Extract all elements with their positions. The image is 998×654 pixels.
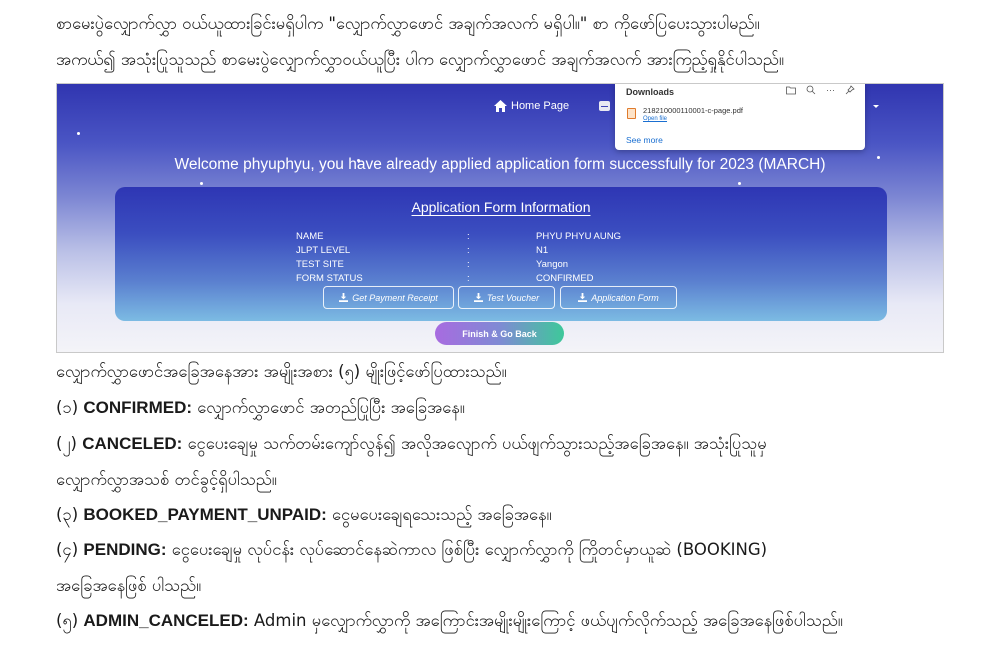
info-labels: NAME JLPT LEVEL TEST SITE FORM STATUS [296, 230, 363, 286]
status-key: CONFIRMED: [83, 398, 193, 417]
separator: : [467, 231, 470, 242]
status-item-confirmed: (၁) CONFIRMED: လျှောက်လွှာဖောင် အတည်ပြုပ… [56, 396, 465, 420]
label-form-status: FORM STATUS [296, 273, 363, 284]
downloads-toolbar: ··· [786, 85, 855, 95]
button-label: Application Form [591, 292, 659, 303]
status-number: (၅) [56, 611, 84, 630]
application-form-button[interactable]: Application Form [560, 286, 677, 309]
see-more-link[interactable]: See more [626, 135, 663, 145]
separator: : [467, 245, 470, 256]
get-payment-receipt-button[interactable]: Get Payment Receipt [323, 286, 454, 309]
download-file-name[interactable]: 218210000110001-c-page.pdf [643, 106, 743, 115]
search-icon[interactable] [806, 85, 816, 95]
downloads-title: Downloads [626, 87, 675, 97]
status-key: BOOKED_PAYMENT_UNPAID: [83, 505, 327, 524]
button-label: Get Payment Receipt [352, 292, 438, 303]
status-description: ငွေပေးချေမှု လုပ်ငန်း လုပ်ဆောင်နေဆဲကာလ ဖ… [166, 540, 768, 559]
label-jlpt-level: JLPT LEVEL [296, 245, 351, 256]
download-icon [339, 293, 349, 302]
status-key: CANCELED: [82, 434, 183, 453]
form-icon[interactable] [599, 101, 610, 111]
nav-home-link[interactable]: Home Page [494, 100, 569, 112]
chevron-down-icon[interactable] [873, 105, 879, 108]
value-jlpt-level: N1 [536, 245, 549, 256]
download-icon [578, 293, 588, 302]
folder-icon[interactable] [786, 85, 796, 95]
status-description: ငွေမပေးချေရသေးသည့် အခြေအနေ။ [326, 505, 552, 524]
nav-home-label: Home Page [511, 100, 570, 112]
decor-star [200, 182, 203, 185]
card-title: Application Form Information [411, 199, 591, 215]
status-number: (၁) [56, 398, 84, 417]
status-item-booked-unpaid: (၃) BOOKED_PAYMENT_UNPAID: ငွေမပေးချေရသေ… [56, 503, 552, 527]
pin-icon[interactable] [845, 85, 855, 95]
status-item-admin-canceled: (၅) ADMIN_CANCELED: Admin မှလျှောက်လွှာက… [56, 609, 843, 633]
status-item-canceled: (၂) CANCELED: ငွေပေးချေမှု သက်တမ်းကျော်လ… [56, 432, 767, 456]
more-options-icon[interactable]: ··· [826, 85, 835, 95]
decor-star [77, 132, 80, 135]
button-label: Test Voucher [486, 292, 540, 303]
welcome-message: Welcome phyuphyu, you have already appli… [174, 156, 826, 173]
info-separators: : : : : [467, 230, 470, 286]
open-file-link[interactable]: Open file [643, 116, 667, 122]
value-test-site: Yangon [536, 259, 569, 270]
status-description: Admin မှလျှောက်လွှာကို အကြောင်းအမျိုးမျိ… [248, 611, 843, 630]
info-values: PHYU PHYU AUNG N1 Yangon CONFIRMED [536, 230, 621, 286]
status-item-pending-cont: အခြေအနေဖြစ် ပါသည်။ [56, 576, 202, 595]
value-name: PHYU PHYU AUNG [536, 231, 621, 242]
status-number: (၂) [56, 434, 83, 453]
separator: : [467, 273, 470, 284]
finish-go-back-button[interactable]: Finish & Go Back [435, 322, 564, 345]
embedded-screenshot: Home Page Welcome phyuphyu, you have alr… [56, 83, 944, 353]
label-test-site: TEST SITE [296, 259, 344, 270]
label-name: NAME [296, 231, 324, 242]
intro-line-2: အကယ်၍ အသုံးပြုသူသည် စာမေးပွဲလျှောက်လွှာဝ… [56, 50, 784, 69]
status-number: (၃) [56, 505, 84, 524]
home-icon [494, 100, 507, 112]
separator: : [467, 259, 470, 270]
status-description: ငွေပေးချေမှု သက်တမ်းကျော်လွန်၍ အလိုအလျော… [182, 434, 767, 453]
status-item-pending: (၄) PENDING: ငွေပေးချေမှု လုပ်ငန်း လုပ်ဆ… [56, 538, 767, 562]
decor-star [738, 182, 741, 185]
status-item-canceled-cont: လျှောက်လွှာအသစ် တင်ခွင့်ရှိပါသည်။ [56, 470, 277, 489]
status-description: လျှောက်လွှာဖောင် အတည်ပြုပြီး အခြေအနေ။ [192, 398, 465, 417]
downloads-flyout: Downloads ··· 218210000110001-c-page.pdf… [615, 84, 865, 150]
status-key: PENDING: [83, 540, 167, 559]
value-form-status: CONFIRMED [536, 273, 594, 284]
pdf-file-icon [627, 108, 636, 119]
intro-line-1: စာမေးပွဲလျှောက်လွှာ ဝယ်ယူထားခြင်းမရှိပါက… [56, 14, 760, 33]
download-icon [473, 293, 483, 302]
status-key: ADMIN_CANCELED: [83, 611, 249, 630]
status-heading: လျှောက်လွှာဖောင်အခြေအနေအား အမျိုးအစား (၅… [56, 362, 507, 381]
test-voucher-button[interactable]: Test Voucher [458, 286, 555, 309]
status-number: (၄) [56, 540, 84, 559]
